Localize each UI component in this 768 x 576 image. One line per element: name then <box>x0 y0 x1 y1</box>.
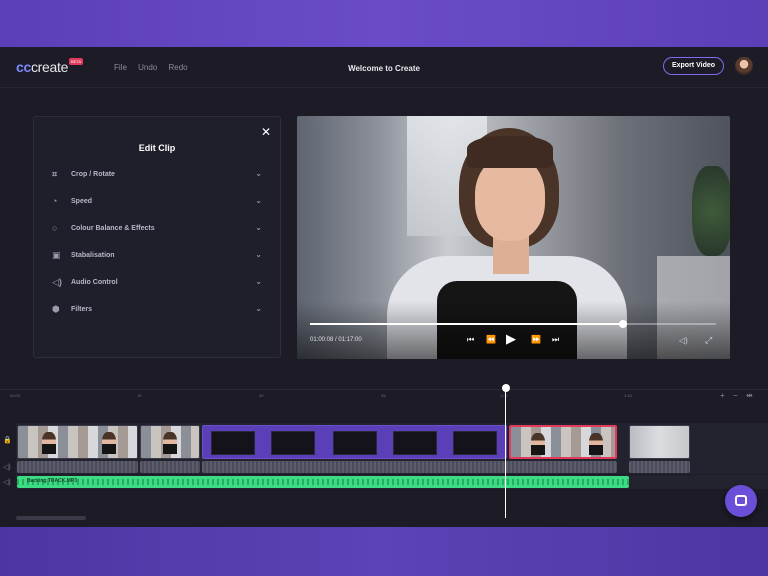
fast-forward-icon[interactable]: ⏩ <box>531 335 541 344</box>
fullscreen-icon[interactable]: ⤢ <box>705 335 712 346</box>
header-divider <box>0 87 768 88</box>
playhead[interactable] <box>505 390 506 518</box>
chevron-down-icon: ⌄ <box>255 277 262 286</box>
chevron-down-icon: ⌄ <box>255 196 262 205</box>
avatar[interactable] <box>735 57 753 75</box>
chevron-down-icon: ⌄ <box>255 250 262 259</box>
frame-background-top <box>0 0 768 47</box>
clip-thumbnail <box>163 432 177 454</box>
chevron-down-icon: ⌄ <box>255 223 262 232</box>
ruler-label: 1:00 <box>500 393 508 398</box>
audio-waveform[interactable] <box>17 461 138 473</box>
zoom-in-icon[interactable]: + <box>720 391 725 400</box>
video-frame-plant <box>692 166 730 256</box>
music-label: Backing TRACK.MP3 <box>27 478 78 484</box>
colour-icon: ○ <box>52 223 58 233</box>
filters-icon: ⬢ <box>52 304 60 314</box>
music-clip[interactable]: Backing TRACK.MP3 <box>17 476 629 488</box>
panel-item-label: Filters <box>71 306 93 313</box>
volume-icon[interactable]: ◁) <box>679 336 688 345</box>
panel-item-crop-rotate[interactable]: ⌗ Crop / Rotate ⌄ <box>52 169 262 183</box>
timeline-clip-group[interactable] <box>202 425 507 459</box>
chevron-down-icon: ⌄ <box>255 304 262 313</box>
music-audio-icon[interactable]: ◁) <box>3 478 11 486</box>
video-controls-shade <box>297 301 730 359</box>
timeline-scrollbar[interactable] <box>16 516 86 520</box>
playhead-handle[interactable] <box>502 384 510 392</box>
audio-waveform[interactable] <box>629 461 690 473</box>
track-audio-icon[interactable]: ◁) <box>3 463 11 471</box>
panel-item-label: Colour Balance & Effects <box>71 225 155 232</box>
panel-item-label: Audio Control <box>71 279 118 286</box>
panel-item-label: Stabalisation <box>71 252 115 259</box>
play-icon[interactable]: ▶ <box>506 331 516 347</box>
header: cccreate BETA File Undo Redo Welcome to … <box>0 47 768 87</box>
panel-item-colour-balance[interactable]: ○ Colour Balance & Effects ⌄ <box>52 223 262 237</box>
video-player[interactable]: 01:00:08 / 01:17:00 ⏮ ⏪ ▶ ⏩ ⏭ ◁) ⤢ <box>297 116 730 359</box>
chat-icon <box>735 495 747 506</box>
lock-icon[interactable]: 🔒 <box>3 436 12 444</box>
fit-icon[interactable]: ⇹ <box>746 391 753 400</box>
audio-icon: ◁) <box>52 277 62 287</box>
video-frame-fringe <box>467 136 553 168</box>
skip-forward-icon[interactable]: ⏭ <box>552 335 559 345</box>
timecode: 01:00:08 / 01:17:00 <box>310 337 362 343</box>
panel-item-label: Crop / Rotate <box>71 171 115 178</box>
panel-item-stabilisation[interactable]: ▣ Stabalisation ⌄ <box>52 250 262 264</box>
stabilisation-icon: ▣ <box>52 250 61 260</box>
edit-clip-panel: Edit Clip ✕ ⌗ Crop / Rotate ⌄ ◔ Speed ⌄ … <box>33 116 281 358</box>
clip-thumbnail <box>589 433 603 455</box>
panel-item-label: Speed <box>71 198 93 205</box>
timeline-clip[interactable] <box>629 425 690 459</box>
page-title: Welcome to Create <box>348 64 420 73</box>
zoom-out-icon[interactable]: − <box>733 391 738 400</box>
clip-thumbnail <box>271 431 315 455</box>
video-progress-bar[interactable] <box>310 320 716 328</box>
chevron-down-icon: ⌄ <box>255 169 262 178</box>
timeline-clip-selected[interactable] <box>509 425 617 459</box>
chat-button[interactable] <box>725 485 757 517</box>
panel-item-audio-control[interactable]: ◁) Audio Control ⌄ <box>52 277 262 291</box>
clip-thumbnail <box>333 431 377 455</box>
panel-title: Edit Clip <box>138 143 176 153</box>
clip-thumbnail <box>211 431 255 455</box>
skip-back-icon[interactable]: ⏮ <box>467 335 474 345</box>
ruler-label: 15 <box>137 393 142 398</box>
ruler-label: 45 <box>381 393 386 398</box>
frame-background-bottom <box>0 527 768 576</box>
export-video-button[interactable]: Export Video <box>663 57 724 75</box>
clip-thumbnail <box>42 432 56 454</box>
app-window: cccreate BETA File Undo Redo Welcome to … <box>0 47 768 527</box>
ruler-label: 30 <box>259 393 264 398</box>
rewind-icon[interactable]: ⏪ <box>486 335 496 344</box>
clip-thumbnail <box>531 433 545 455</box>
video-progress-handle[interactable] <box>618 320 627 328</box>
video-progress-fill <box>310 323 623 325</box>
panel-item-filters[interactable]: ⬢ Filters ⌄ <box>52 304 262 318</box>
timeline-clip[interactable] <box>17 425 138 459</box>
close-icon[interactable]: ✕ <box>261 125 271 139</box>
audio-waveform[interactable] <box>140 461 200 473</box>
timeline-divider <box>0 389 768 390</box>
clip-thumbnail <box>453 431 497 455</box>
timeline-clip[interactable] <box>140 425 200 459</box>
video-frame-face <box>475 156 545 241</box>
ruler-label: 1:15 <box>624 393 632 398</box>
crop-icon: ⌗ <box>52 169 58 179</box>
clip-thumbnail <box>102 432 116 454</box>
music-waveform <box>17 479 629 485</box>
panel-item-speed[interactable]: ◔ Speed ⌄ <box>52 196 262 210</box>
speed-icon: ◔ <box>52 196 58 206</box>
clip-thumbnail <box>393 431 437 455</box>
audio-waveform[interactable] <box>202 461 617 473</box>
ruler-label: 00:00 <box>10 393 21 398</box>
